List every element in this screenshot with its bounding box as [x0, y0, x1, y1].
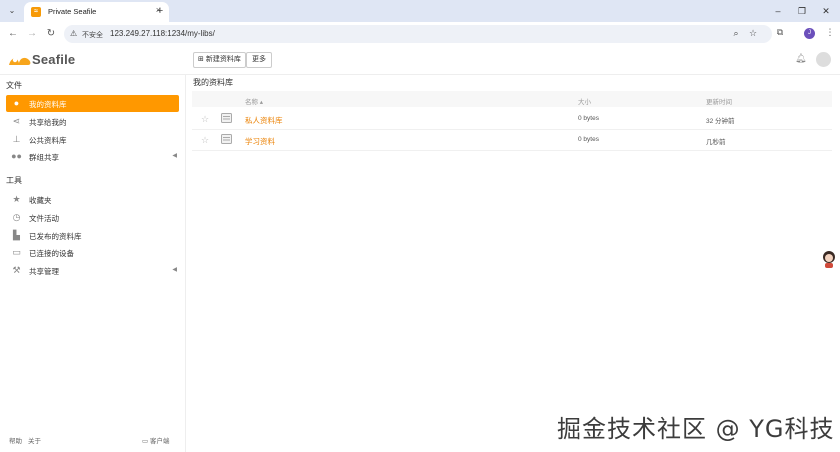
monitor-icon: ▭ — [12, 247, 21, 257]
seafile-page: Seafile ⊞ 新建资料库 更多 🔔︎ 文件 ● 我的资料库 ⋖ 共享给我的… — [0, 46, 840, 452]
profile-avatar[interactable]: J — [804, 28, 815, 39]
main-content: 我的资料库 名称 ▴ 大小 更新时间 ☆ 私人资料库 0 bytes 32 分钟… — [186, 75, 840, 452]
sidebar-item-share-admin[interactable]: ⚒ 共享管理 ◀ — [6, 262, 179, 279]
library-size: 0 bytes — [578, 136, 599, 143]
back-arrow-icon[interactable]: ← — [5, 26, 21, 42]
sidebar-item-file-activity[interactable]: ◷ 文件活动 — [6, 209, 179, 226]
new-library-button[interactable]: ⊞ 新建资料库 — [193, 52, 246, 68]
sidebar-item-favorites[interactable]: ★ 收藏夹 — [6, 191, 179, 208]
wiki-icon: ▙ — [13, 230, 20, 240]
sidebar-item-label: 共享管理 — [29, 267, 59, 276]
sidebar-item-published-libraries[interactable]: ▙ 已发布的资料库 — [6, 227, 179, 244]
table-header: 名称 ▴ 大小 更新时间 — [192, 91, 832, 107]
sidebar-item-linked-devices[interactable]: ▭ 已连接的设备 — [6, 244, 179, 261]
sidebar-item-label: 文件活动 — [29, 214, 59, 223]
user-icon: ● — [13, 98, 20, 108]
library-icon — [221, 134, 232, 144]
sidebar-item-label: 公共资料库 — [29, 136, 67, 145]
tab-search-chevron-icon[interactable]: ⌄ — [4, 3, 20, 19]
sidebar-item-public-libraries[interactable]: ⊥ 公共资料库 — [6, 131, 179, 148]
table-row[interactable]: ☆ 私人资料库 0 bytes 32 分钟前 — [192, 109, 832, 130]
files-heading: 文件 — [6, 81, 22, 90]
warning-triangle-icon: ⚠ — [70, 29, 78, 38]
org-icon: ⊥ — [12, 134, 21, 144]
seafile-favicon-icon: ≈ — [31, 7, 41, 17]
star-outline-icon[interactable]: ☆ — [201, 114, 209, 125]
column-name[interactable]: 名称 ▴ — [245, 96, 263, 106]
app-header: Seafile ⊞ 新建资料库 更多 🔔︎ — [0, 46, 840, 75]
library-name-link[interactable]: 学习资料 — [245, 136, 275, 147]
wrench-icon: ⚒ — [12, 265, 21, 275]
new-library-label: 新建资料库 — [205, 56, 241, 63]
sidebar-item-label: 共享给我的 — [29, 118, 67, 127]
new-tab-button[interactable]: + — [152, 3, 168, 19]
sidebar-item-label: 我的资料库 — [29, 100, 67, 109]
star-icon: ★ — [12, 194, 21, 204]
table-row[interactable]: ☆ 学习资料 0 bytes 几秒前 — [192, 130, 832, 151]
sidebar-item-group-shares[interactable]: ●● 群组共享 ◀ — [6, 148, 179, 165]
maximize-button[interactable]: ❐ — [790, 3, 814, 19]
extensions-puzzle-icon[interactable]: ⧉ — [772, 27, 788, 41]
about-link[interactable]: 关于 — [28, 435, 41, 445]
plus-square-icon: ⊞ — [198, 56, 204, 63]
column-size: 大小 — [578, 99, 591, 106]
sidebar-item-label: 收藏夹 — [29, 196, 52, 205]
browser-tab-strip: ⌄ ≈ Private Seafile × + – ❐ ✕ — [0, 0, 840, 22]
url-text[interactable]: 123.249.27.118:1234/my-libs/ — [110, 29, 215, 38]
share-icon: ⋖ — [12, 116, 21, 126]
sidebar-item-shared-with-me[interactable]: ⋖ 共享给我的 — [6, 113, 179, 130]
browser-toolbar: ← → ↻ ⚠ 不安全 123.249.27.118:1234/my-libs/… — [0, 22, 840, 46]
forward-arrow-icon[interactable]: → — [24, 26, 40, 42]
bookmark-star-icon[interactable]: ☆ — [746, 28, 760, 40]
desktop-icon: ▭ — [142, 438, 149, 445]
caret-left-icon[interactable]: ◀ — [172, 152, 177, 159]
seafile-logo-icon — [9, 57, 31, 65]
zoom-icon[interactable]: ⌕ — [729, 28, 743, 40]
sidebar-item-label: 已发布的资料库 — [29, 232, 82, 241]
reload-icon[interactable]: ↻ — [43, 26, 59, 42]
tab-title: Private Seafile — [48, 7, 97, 16]
library-name-link[interactable]: 私人资料库 — [245, 115, 283, 126]
address-bar[interactable]: ⚠ 不安全 123.249.27.118:1234/my-libs/ ⌕ ☆ — [64, 25, 772, 43]
browser-menu-icon[interactable]: ⋮ — [822, 27, 838, 41]
library-modified: 32 分钟前 — [706, 118, 735, 125]
close-window-button[interactable]: ✕ — [814, 3, 838, 19]
clock-icon: ◷ — [12, 212, 21, 222]
sidebar-item-label: 群组共享 — [29, 153, 59, 162]
sidebar-item-my-libraries[interactable]: ● 我的资料库 — [6, 95, 179, 112]
assistant-avatar-icon[interactable] — [822, 250, 836, 268]
tools-heading: 工具 — [6, 176, 22, 185]
library-size: 0 bytes — [578, 115, 599, 122]
library-modified: 几秒前 — [706, 139, 726, 146]
sidebar-item-label: 已连接的设备 — [29, 249, 74, 258]
column-modified: 更新时间 — [706, 99, 732, 106]
logo-text: Seafile — [32, 52, 76, 67]
group-icon: ●● — [11, 151, 22, 161]
client-label: 客户端 — [149, 438, 170, 445]
browser-tab[interactable]: ≈ Private Seafile × — [24, 2, 169, 22]
security-label[interactable]: 不安全 — [82, 30, 103, 40]
notification-bell-icon[interactable]: 🔔︎ — [795, 53, 806, 64]
sidebar: 文件 ● 我的资料库 ⋖ 共享给我的 ⊥ 公共资料库 ●● 群组共享 ◀ 工具 … — [0, 75, 186, 452]
watermark-text: 掘金技术社区 @ YG科技 — [557, 415, 835, 443]
client-link[interactable]: ▭ 客户端 — [142, 435, 169, 445]
help-link[interactable]: 帮助 — [9, 435, 22, 445]
star-outline-icon[interactable]: ☆ — [201, 135, 209, 146]
user-avatar[interactable] — [816, 52, 831, 67]
minimize-button[interactable]: – — [766, 3, 790, 19]
caret-left-icon[interactable]: ◀ — [172, 266, 177, 273]
library-icon — [221, 113, 232, 123]
breadcrumb: 我的资料库 — [193, 78, 233, 87]
more-button[interactable]: 更多 — [246, 52, 272, 68]
